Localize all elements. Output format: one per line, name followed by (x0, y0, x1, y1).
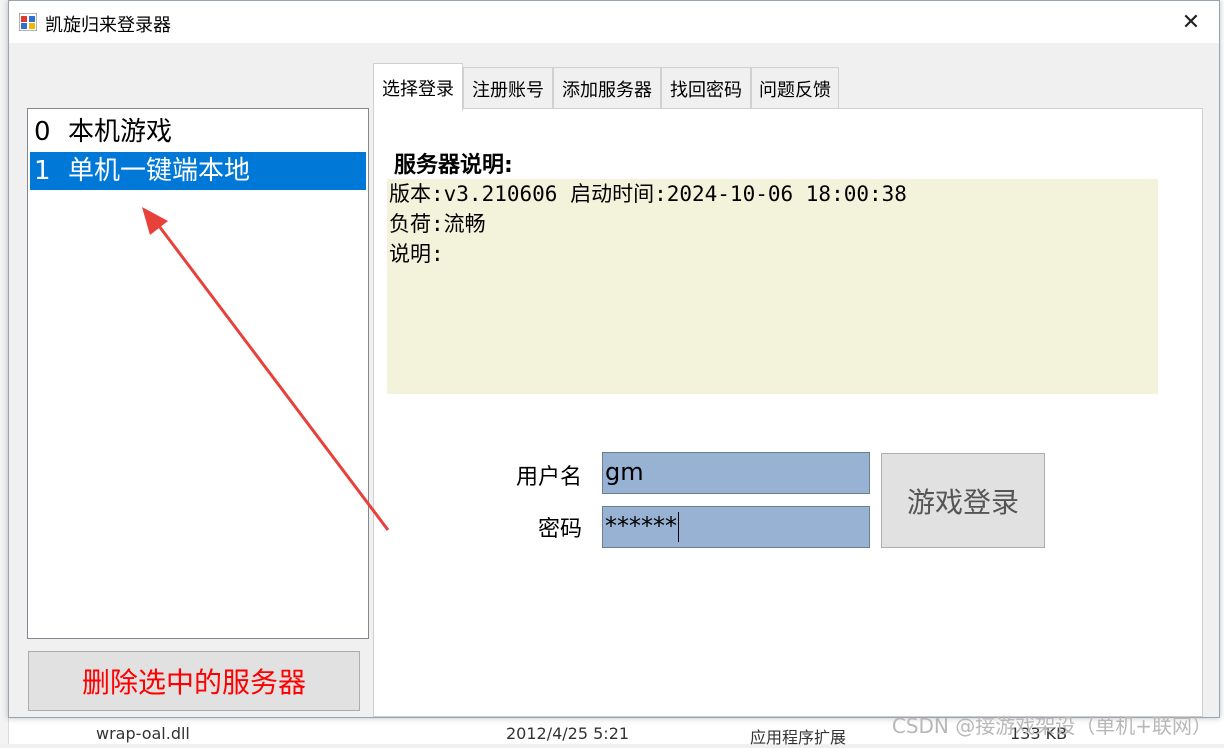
server-info-line: 版本:v3.210606 启动时间:2024-10-06 18:00:38 (389, 182, 907, 206)
tab-select-login[interactable]: 选择登录 (373, 63, 463, 111)
server-index: 0 (34, 117, 51, 147)
game-login-button[interactable]: 游戏登录 (881, 453, 1045, 548)
password-label: 密码 (537, 517, 582, 542)
title-bar[interactable]: 凯旋归来登录器 ✕ (9, 1, 1219, 43)
password-input[interactable]: ****** (602, 506, 870, 548)
server-name: 单机一键端本地 (68, 156, 251, 186)
delete-server-button[interactable]: 删除选中的服务器 (28, 651, 360, 711)
tab-panel-select-login: 服务器说明: 版本:v3.210606 启动时间:2024-10-06 18:0… (373, 108, 1203, 717)
server-info-line: 负荷:流畅 (389, 212, 486, 236)
app-icon (19, 13, 37, 31)
text-caret (678, 512, 679, 542)
tab-register[interactable]: 注册账号 (463, 67, 553, 109)
tab-add-server[interactable]: 添加服务器 (553, 67, 661, 109)
server-info-box: 版本:v3.210606 启动时间:2024-10-06 18:00:38 负荷… (387, 179, 1158, 394)
window-title: 凯旋归来登录器 (45, 15, 171, 36)
server-info-line: 说明: (389, 242, 444, 266)
server-list-item-1[interactable]: 1 单机一键端本地 (30, 152, 366, 190)
background-file-name: wrap-oal.dll (96, 724, 190, 743)
close-icon: ✕ (1181, 9, 1201, 35)
launcher-window: 凯旋归来登录器 ✕ 0 本机游戏 1 单机一键端本地 删除选中的服务器 选择登录 注… (8, 0, 1220, 718)
server-list-item-0[interactable]: 0 本机游戏 (30, 113, 366, 151)
username-value: gm (605, 458, 644, 486)
tab-feedback[interactable]: 问题反馈 (751, 67, 839, 109)
background-file-date: 2012/4/25 5:21 (506, 724, 630, 743)
background-file-type: 应用程序扩展 (750, 728, 847, 747)
server-index: 1 (34, 156, 51, 186)
username-label: 用户名 (515, 465, 582, 490)
password-value: ****** (605, 512, 677, 540)
close-button[interactable]: ✕ (1163, 1, 1219, 43)
server-list[interactable]: 0 本机游戏 1 单机一键端本地 (27, 108, 369, 639)
server-info-heading: 服务器说明: (394, 153, 513, 178)
username-input[interactable]: gm (602, 452, 870, 494)
watermark: CSDN @接游戏架设（单机+联网） (891, 714, 1212, 738)
tab-recover-password[interactable]: 找回密码 (661, 67, 751, 109)
server-name: 本机游戏 (68, 117, 173, 147)
